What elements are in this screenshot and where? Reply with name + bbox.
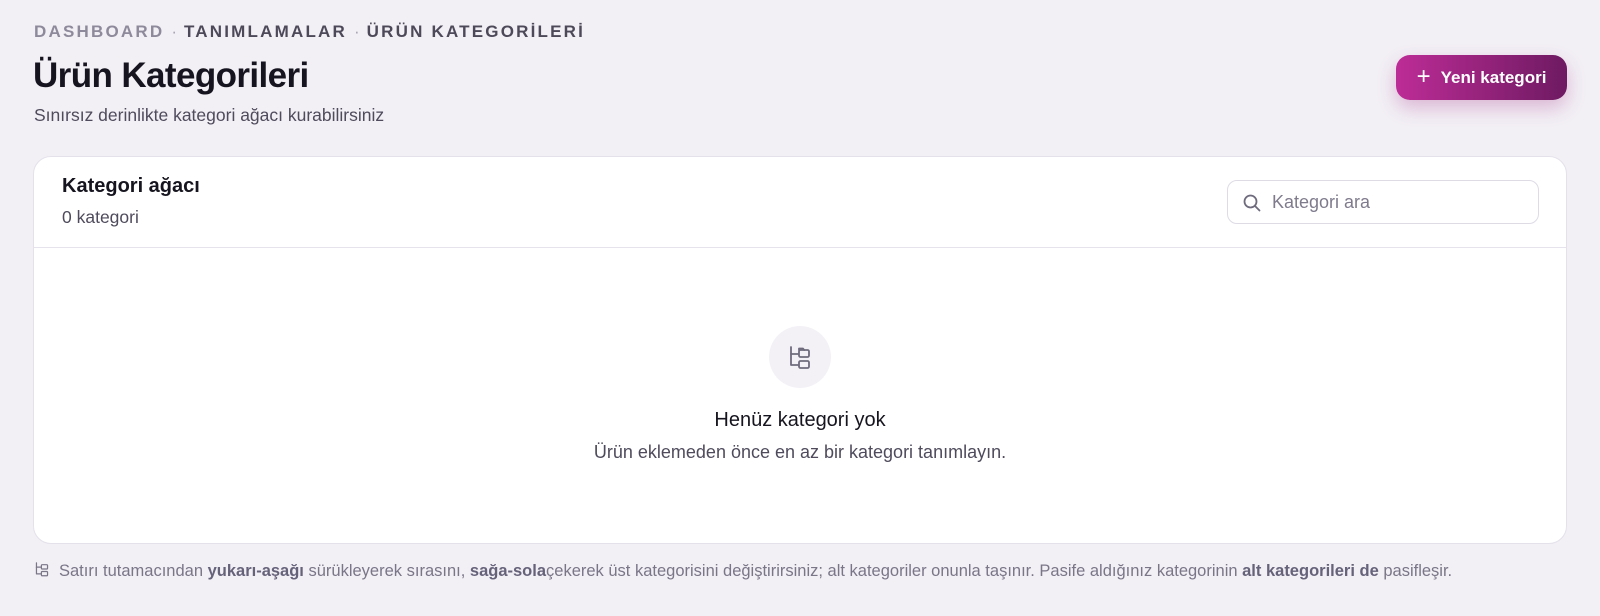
- breadcrumb-item-current: ÜRÜN KATEGORİLERİ: [366, 22, 586, 41]
- hint-emphasis: yukarı-aşağı: [207, 562, 304, 580]
- hint-emphasis: sağa-sola: [469, 562, 547, 580]
- tree-structure-icon: [35, 561, 49, 576]
- breadcrumb-item-tanimlamalar[interactable]: TANIMLAMALAR: [184, 22, 347, 42]
- empty-state-title: Henüz kategori yok: [714, 409, 886, 431]
- search-icon: [1243, 194, 1261, 212]
- empty-state-description: Ürün eklemeden önce en az bir kategori t…: [593, 442, 1007, 462]
- hint-text-part: pasifleşir.: [1378, 562, 1453, 580]
- breadcrumb-separator: ·: [353, 22, 360, 41]
- plus-icon: +: [1416, 62, 1431, 90]
- tree-structure-icon: [790, 346, 810, 369]
- breadcrumb-separator: ·: [171, 22, 177, 41]
- search-box[interactable]: [1227, 180, 1539, 224]
- card-title: Kategori ağacı: [62, 175, 200, 197]
- breadcrumb-item-dashboard[interactable]: DASHBOARD: [34, 22, 164, 42]
- category-tree-card: Kategori ağacı 0 kategori Henüz kategori…: [33, 156, 1567, 544]
- hint-emphasis: alt kategorileri de: [1242, 562, 1379, 580]
- hint-text-part: Satırı tutamacından: [59, 562, 208, 580]
- footer-hint-text: Satırı tutamacından yukarı-aşağı sürükle…: [59, 562, 1452, 581]
- page-title: Ürün Kategorileri: [33, 56, 309, 95]
- search-input[interactable]: [1272, 181, 1532, 223]
- hint-text-part: sürükleyerek sırasını,: [303, 562, 470, 580]
- new-category-button[interactable]: + Yeni kategori: [1396, 55, 1567, 100]
- new-category-button-label: Yeni kategori: [1440, 67, 1547, 87]
- page-subtitle: Sınırsız derinlikte kategori ağacı kurab…: [34, 105, 385, 125]
- empty-state-icon-wrap: [769, 326, 831, 388]
- card-header: Kategori ağacı 0 kategori: [34, 157, 1566, 248]
- footer-hint: Satırı tutamacından yukarı-aşağı sürükle…: [34, 561, 1574, 581]
- breadcrumb: DASHBOARD · TANIMLAMALAR · ÜRÜN KATEGORİ…: [34, 22, 585, 42]
- hint-text-part: çekerek üst kategorisini değiştirirsiniz…: [546, 562, 1243, 580]
- category-count: 0 kategori: [62, 207, 139, 227]
